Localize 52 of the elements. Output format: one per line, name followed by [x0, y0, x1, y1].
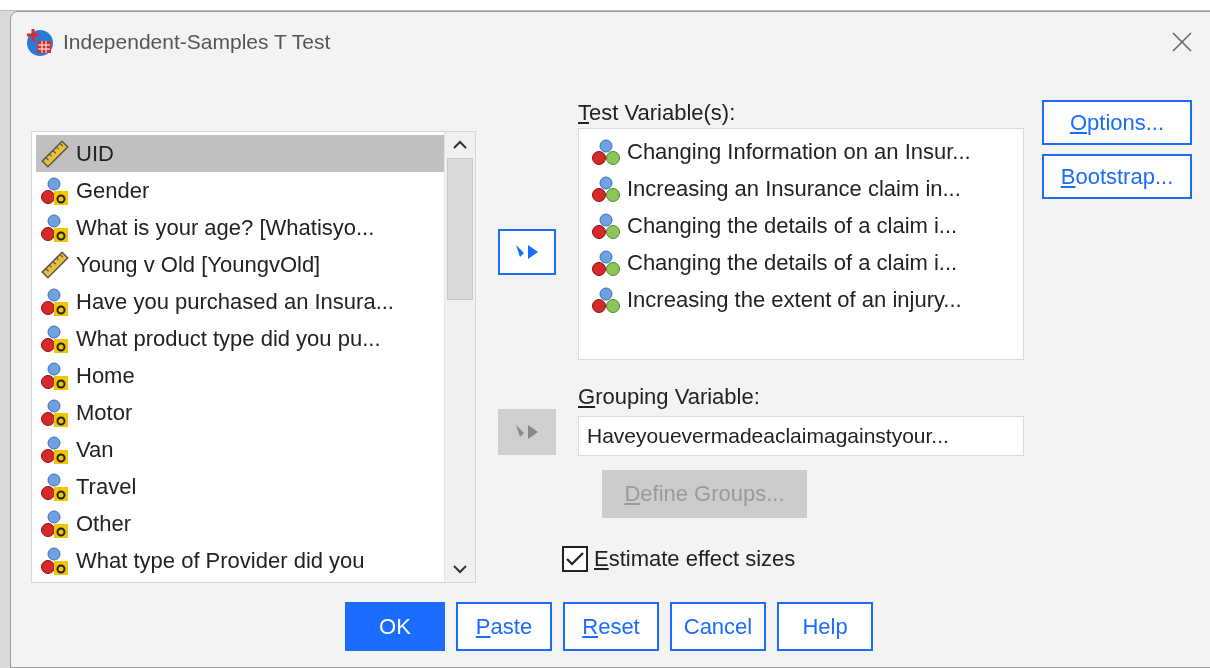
window-title: Independent-Samples T Test [63, 30, 332, 54]
balls-icon [40, 212, 70, 243]
list-item[interactable]: Changing the details of a claim i... [587, 244, 1023, 281]
list-item[interactable]: Travel [36, 468, 444, 505]
list-item[interactable]: What product type did you pu... [36, 320, 444, 357]
list-item[interactable]: Increasing an Insurance claim in... [587, 170, 1023, 207]
balls-icon [40, 323, 70, 354]
scroll-thumb[interactable] [447, 158, 473, 300]
list-item[interactable]: Changing the details of a claim i... [587, 207, 1023, 244]
balls-icon [591, 210, 621, 241]
balls-icon [40, 175, 70, 206]
down-icon[interactable] [452, 564, 468, 574]
list-item[interactable]: UID [36, 135, 444, 172]
up-icon[interactable] [452, 140, 468, 150]
balls-icon [591, 136, 621, 167]
list-item[interactable]: Motor [36, 394, 444, 431]
list-item[interactable]: Changing Information on an Insur... [587, 133, 1023, 170]
app-icon [25, 27, 55, 57]
list-item[interactable]: What type of Provider did you [36, 542, 444, 579]
balls-icon [40, 508, 70, 539]
dialog-button[interactable]: Help [777, 602, 873, 651]
dialog-button[interactable]: Paste [456, 602, 552, 651]
list-item[interactable]: Increasing the extent of an injury... [587, 281, 1023, 318]
list-item[interactable]: Have you purchased an Insura... [36, 283, 444, 320]
balls-icon [40, 471, 70, 502]
checkbox-label: Estimate effect sizes [594, 546, 796, 572]
dialog-button[interactable]: OK [345, 602, 445, 651]
field-label: Grouping Variable: [578, 384, 761, 411]
close-icon[interactable] [1171, 31, 1193, 53]
list-item[interactable]: Other [36, 505, 444, 542]
balls-icon [40, 286, 70, 317]
dialog-button[interactable]: Cancel [670, 602, 766, 651]
list-item[interactable]: Young v Old [YoungvOld] [36, 246, 444, 283]
list-item[interactable]: What is your age? [Whatisyo... [36, 209, 444, 246]
balls-icon [40, 545, 70, 576]
dialog-button[interactable]: Reset [563, 602, 659, 651]
balls-icon [40, 360, 70, 391]
balls-icon [40, 434, 70, 465]
list-item[interactable]: Home [36, 357, 444, 394]
checkbox[interactable] [562, 546, 588, 572]
move-button[interactable] [498, 229, 556, 275]
balls-icon [591, 284, 621, 315]
check-icon [565, 551, 585, 567]
grouping-field[interactable]: Haveyouevermadeaclaimagainstyour... [578, 416, 1024, 456]
field-label: Test Variable(s): [578, 100, 737, 127]
list-item[interactable]: Van [36, 431, 444, 468]
dialog-button[interactable]: Bootstrap... [1042, 154, 1192, 199]
balls-icon [591, 247, 621, 278]
balls-icon [591, 173, 621, 204]
balls-icon [40, 397, 70, 428]
dialog-button[interactable]: Options... [1042, 100, 1192, 145]
list-item[interactable]: Gender [36, 172, 444, 209]
